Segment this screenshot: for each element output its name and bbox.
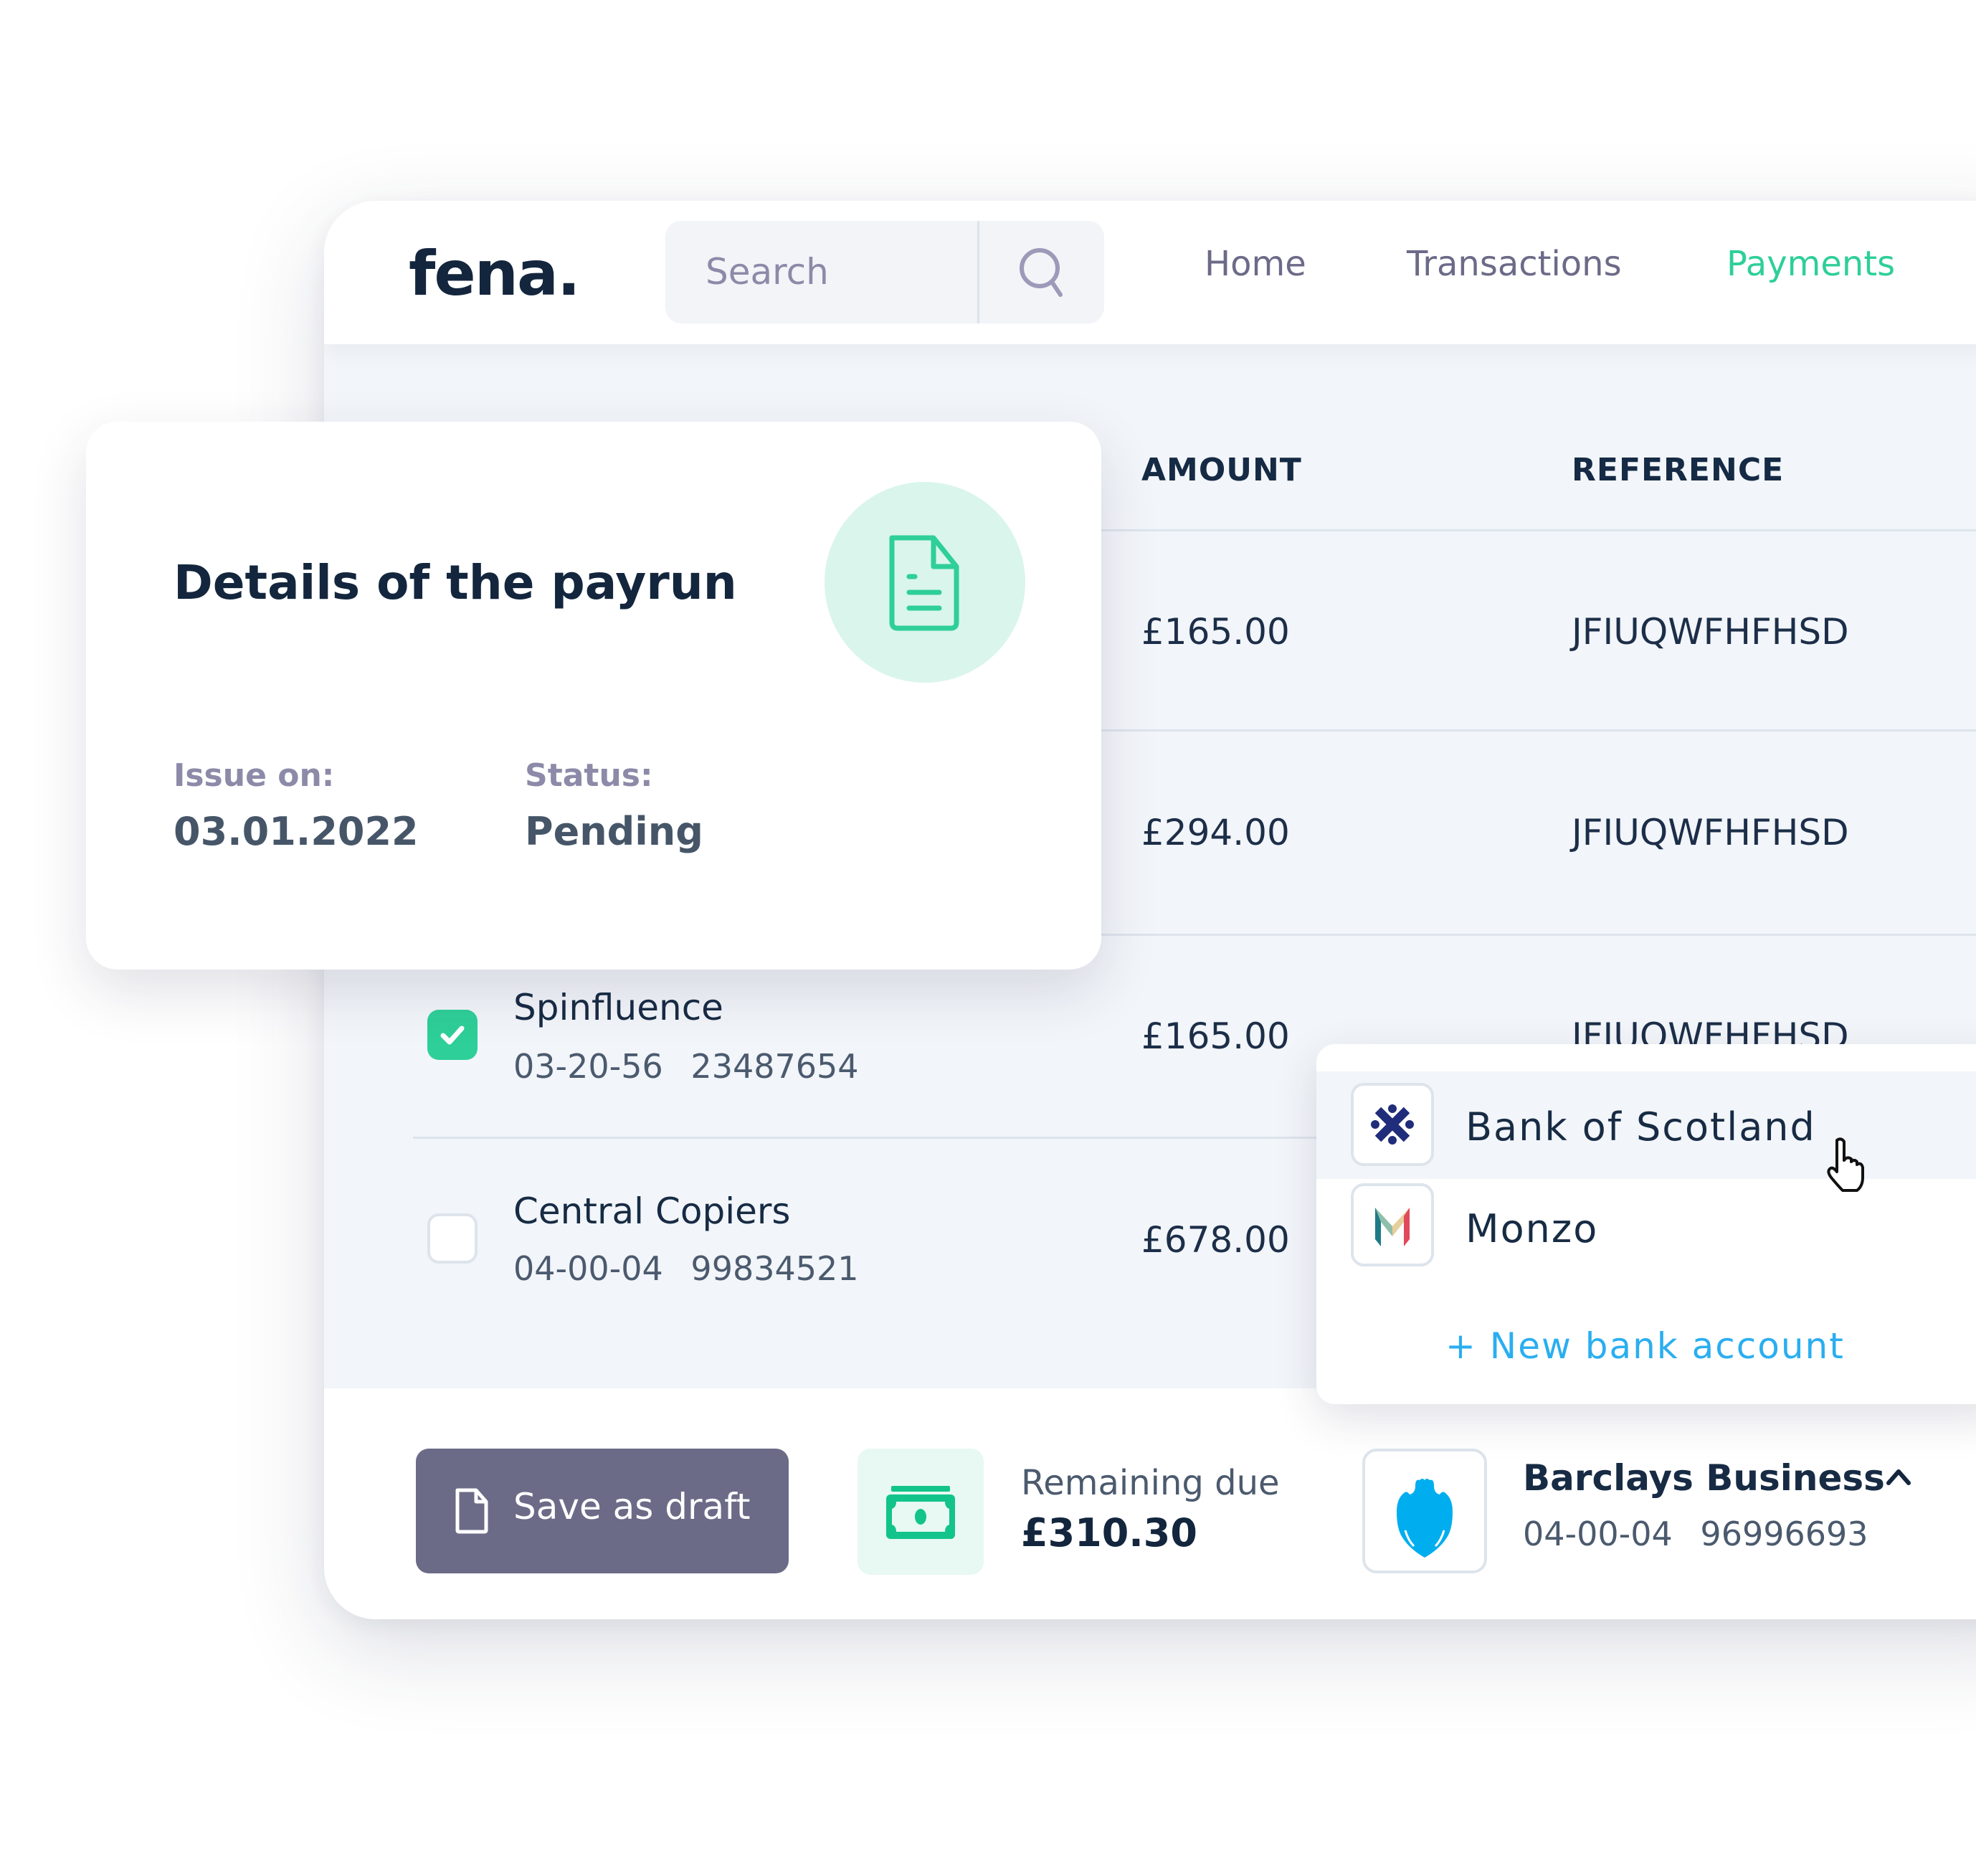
- barclays-eagle-icon: [1397, 1479, 1453, 1558]
- save-as-draft-button[interactable]: Save as draft: [416, 1449, 789, 1573]
- remaining-due-value: £310.30: [1021, 1510, 1197, 1555]
- money-icon-box: [858, 1449, 984, 1575]
- payee-bank-details: 03-20-56 23487654: [513, 1047, 859, 1086]
- nav-transactions[interactable]: Transactions: [1407, 244, 1622, 284]
- footer-bar: Save as draft Remaining due £310.30 Barc…: [324, 1388, 1976, 1619]
- save-as-draft-label: Save as draft: [513, 1486, 751, 1527]
- status-value: Pending: [525, 809, 703, 854]
- bank-account-dropdown: Bank of Scotland Monzo + New bank accoun…: [1316, 1044, 1976, 1404]
- dropdown-item-monzo[interactable]: Monzo: [1316, 1179, 1976, 1288]
- top-header: fena. Home Transactions Payments: [324, 201, 1976, 344]
- hand-cursor-icon: [1821, 1136, 1868, 1197]
- search-button[interactable]: [979, 221, 1104, 323]
- checkmark-icon: [440, 1025, 465, 1045]
- selected-bank-logo[interactable]: [1362, 1449, 1487, 1573]
- issue-date-value: 03.01.2022: [174, 809, 419, 854]
- selected-bank-name[interactable]: Barclays Business: [1523, 1457, 1885, 1499]
- payrun-details-title: Details of the payrun: [174, 555, 737, 610]
- selected-bank-details: 04-00-04 96996693: [1523, 1515, 1868, 1553]
- new-bank-account-link[interactable]: + New bank account: [1445, 1325, 1845, 1367]
- sort-code: 04-00-04: [1523, 1515, 1673, 1553]
- remaining-due-label: Remaining due: [1021, 1463, 1280, 1503]
- dropdown-item-label: Monzo: [1466, 1206, 1599, 1251]
- sort-code: 03-20-56: [513, 1047, 663, 1086]
- row-reference: JFIUQWFHFHSD: [1572, 611, 1849, 653]
- fena-logo[interactable]: fena.: [409, 238, 581, 310]
- row-amount: £165.00: [1141, 611, 1290, 653]
- nav-payments[interactable]: Payments: [1726, 244, 1895, 284]
- issue-date-label: Issue on:: [174, 757, 335, 794]
- row-checkbox-unchecked[interactable]: [427, 1213, 478, 1264]
- row-amount: £678.00: [1141, 1219, 1290, 1261]
- search-input[interactable]: [704, 242, 965, 301]
- bank-logo: [1351, 1083, 1434, 1166]
- bank-logo: [1351, 1183, 1434, 1266]
- column-header-amount[interactable]: AMOUNT: [1141, 452, 1302, 488]
- search-box: [665, 221, 1104, 323]
- bank-selector-toggle[interactable]: [1884, 1466, 1913, 1491]
- payee-name: Central Copiers: [513, 1190, 791, 1232]
- bank-of-scotland-logo-icon: [1371, 1104, 1414, 1145]
- nav-home[interactable]: Home: [1205, 244, 1306, 284]
- chevron-up-icon: [1886, 1469, 1911, 1485]
- status-label: Status:: [525, 757, 653, 794]
- payee-name: Spinfluence: [513, 987, 723, 1028]
- document-icon: [889, 535, 959, 631]
- search-icon: [1020, 248, 1063, 297]
- cash-icon: [886, 1486, 955, 1539]
- account-number: 99834521: [690, 1249, 859, 1288]
- row-amount: £294.00: [1141, 812, 1290, 853]
- document-icon-badge: [825, 482, 1025, 683]
- column-header-reference[interactable]: REFERENCE: [1572, 452, 1784, 488]
- monzo-logo-icon: [1375, 1208, 1410, 1246]
- row-amount: £165.00: [1141, 1015, 1290, 1057]
- account-number: 23487654: [690, 1047, 859, 1086]
- row-divider: [413, 1137, 1410, 1139]
- payrun-details-card: Details of the payrun Issue on: 03.01.20…: [86, 422, 1101, 970]
- dropdown-item-bank-of-scotland[interactable]: Bank of Scotland: [1316, 1071, 1976, 1179]
- dropdown-item-label: Bank of Scotland: [1466, 1104, 1816, 1150]
- sort-code: 04-00-04: [513, 1249, 663, 1288]
- row-checkbox-checked[interactable]: [427, 1010, 478, 1060]
- row-reference: JFIUQWFHFHSD: [1572, 812, 1849, 853]
- document-icon: [455, 1488, 488, 1534]
- payee-bank-details: 04-00-04 99834521: [513, 1249, 859, 1288]
- account-number: 96996693: [1700, 1515, 1868, 1553]
